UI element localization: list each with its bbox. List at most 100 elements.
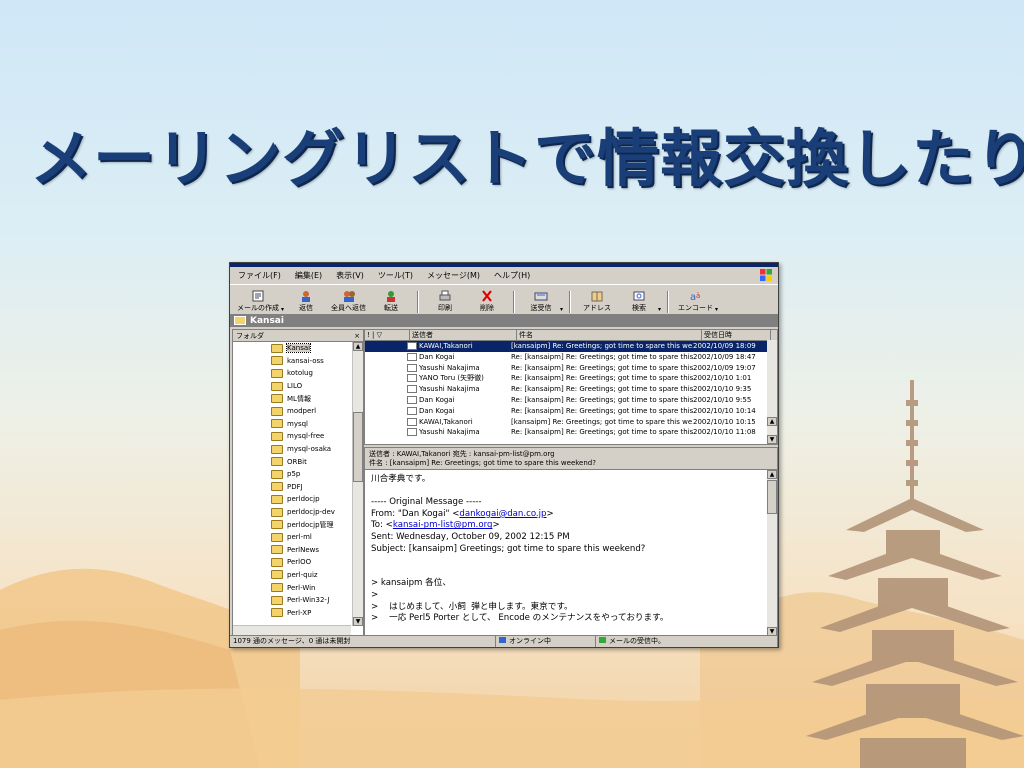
- forward-button[interactable]: 転送: [371, 290, 411, 313]
- message-list-header: ! | ▽ 送信者 件名 受信日時: [365, 330, 777, 341]
- message-row[interactable]: Dan Kogai Re: [kansaipm] Re: Greetings; g…: [365, 406, 777, 417]
- menu-bar: ファイル(F) 編集(E) 表示(V) ツール(T) メッセージ(M) ヘルプ(…: [230, 267, 778, 285]
- address-book-icon: [591, 291, 603, 302]
- folder-icon: [271, 520, 283, 530]
- scroll-thumb[interactable]: [767, 480, 777, 514]
- preview-body[interactable]: 川合孝典です。 ----- Original Message ----- Fro…: [365, 470, 767, 636]
- menu-message[interactable]: メッセージ(M): [425, 269, 482, 282]
- print-button[interactable]: 印刷: [425, 290, 465, 313]
- folder-item[interactable]: perldocjp-dev: [233, 506, 351, 519]
- delete-button[interactable]: 削除: [467, 290, 507, 313]
- menu-edit[interactable]: 編集(E): [293, 269, 324, 282]
- email-link[interactable]: dankogai@dan.co.jp: [459, 509, 546, 519]
- windows-logo-icon: [760, 269, 772, 281]
- preview-sender-line: 送信者 : KAWAI,Takanori 宛先 : kansai-pm-list…: [369, 450, 555, 458]
- folder-icon: [271, 482, 283, 492]
- folder-item[interactable]: perldocjp: [233, 493, 351, 506]
- folder-item[interactable]: PerlNews: [233, 544, 351, 557]
- message-row[interactable]: Dan Kogai Re: [kansaipm] Re: Greetings; g…: [365, 395, 777, 406]
- send-receive-dropdown-icon[interactable]: ▾: [560, 306, 563, 313]
- message-list-scrollbar[interactable]: ▲ ▼: [767, 340, 777, 444]
- folder-item[interactable]: kansai-oss: [233, 355, 351, 368]
- scroll-up-icon[interactable]: ▲: [767, 417, 777, 426]
- preview-pane: 送信者 : KAWAI,Takanori 宛先 : kansai-pm-list…: [364, 447, 778, 637]
- message-row[interactable]: Yasushi Nakajima Re: [kansaipm] Re: Greet…: [365, 427, 777, 438]
- scroll-up-icon[interactable]: ▲: [353, 342, 363, 351]
- message-row[interactable]: Yasushi Nakajima Re: [kansaipm] Re: Greet…: [365, 384, 777, 395]
- menu-help[interactable]: ヘルプ(H): [492, 269, 532, 282]
- preview-scrollbar[interactable]: ▲ ▼: [767, 470, 777, 636]
- close-icon[interactable]: ×: [354, 332, 360, 340]
- menu-file[interactable]: ファイル(F): [236, 269, 283, 282]
- folder-icon: [271, 457, 283, 467]
- folder-item[interactable]: p5p: [233, 468, 351, 481]
- folder-icon: [271, 608, 283, 618]
- search-dropdown-icon[interactable]: ▾: [658, 306, 661, 313]
- address-book-button[interactable]: アドレス: [577, 290, 617, 313]
- folder-scrollbar[interactable]: ▲ ▼: [352, 342, 363, 626]
- column-subject[interactable]: 件名: [517, 330, 702, 340]
- folder-icon: [271, 583, 283, 593]
- folder-icon: [271, 557, 283, 567]
- message-row[interactable]: YANO Toru (矢野徹) Re: [kansaipm] Re: Greeti…: [365, 373, 777, 384]
- folder-item[interactable]: mysql-free: [233, 430, 351, 443]
- column-date[interactable]: 受信日時: [702, 330, 771, 340]
- email-link[interactable]: kansai-pm-list@pm.org: [393, 520, 493, 530]
- print-label: 印刷: [438, 304, 453, 312]
- toolbar-separator: [417, 291, 420, 313]
- folder-icon: [271, 595, 283, 605]
- message-row[interactable]: KAWAI,Takanori [kansaipm] Re: Greetings; …: [365, 341, 777, 352]
- body-line: ----- Original Message -----: [371, 497, 482, 508]
- column-from[interactable]: 送信者: [410, 330, 517, 340]
- folder-icon: [271, 394, 283, 404]
- folder-item[interactable]: kotolug: [233, 367, 351, 380]
- folder-item[interactable]: modperl: [233, 405, 351, 418]
- folder-item[interactable]: perldocjp管理: [233, 518, 351, 531]
- message-row[interactable]: Dan Kogai Re: [kansaipm] Re: Greetings; g…: [365, 352, 777, 363]
- current-folder-name: Kansai: [250, 315, 284, 326]
- reply-all-button[interactable]: 全員へ返信: [328, 290, 369, 313]
- reply-button[interactable]: 返信: [286, 290, 326, 313]
- envelope-icon: [407, 406, 417, 415]
- body-line: To: <: [371, 520, 393, 531]
- folder-item[interactable]: perl-ml: [233, 531, 351, 544]
- folder-item[interactable]: PerlOO: [233, 556, 351, 569]
- encode-button[interactable]: aä エンコード: [675, 290, 716, 313]
- folder-icon: [271, 431, 283, 441]
- body-line: Sent: Wednesday, October 09, 2002 12:15 …: [371, 531, 570, 542]
- send-receive-icon: [534, 292, 548, 301]
- folder-item[interactable]: ORBit: [233, 455, 351, 468]
- folder-item[interactable]: perl-quiz: [233, 569, 351, 582]
- body-line: > はじめまして、小飼 弾と申します。東京です。: [371, 601, 573, 612]
- column-flags[interactable]: ! | ▽: [365, 330, 410, 340]
- folder-item[interactable]: Perl-Win: [233, 581, 351, 594]
- folder-item[interactable]: Perl-XP: [233, 606, 351, 619]
- envelope-icon: [407, 395, 417, 404]
- message-row[interactable]: Yasushi Nakajima Re: [kansaipm] Re: Greet…: [365, 363, 777, 374]
- envelope-icon: [407, 428, 417, 437]
- delete-label: 削除: [480, 304, 495, 312]
- scroll-down-icon[interactable]: ▼: [767, 435, 777, 444]
- folder-item[interactable]: ML情報: [233, 392, 351, 405]
- menu-view[interactable]: 表示(V): [334, 269, 366, 282]
- folder-item[interactable]: Perl-Win32-J: [233, 594, 351, 607]
- send-receive-button[interactable]: 送受信: [521, 290, 561, 313]
- scroll-thumb[interactable]: [353, 412, 363, 482]
- new-mail-dropdown-icon[interactable]: ▾: [281, 306, 284, 313]
- message-row[interactable]: KAWAI,Takanori [kansaipm] Re: Greetings; …: [365, 417, 777, 428]
- search-button[interactable]: 検索: [619, 290, 659, 313]
- folder-icon: [271, 343, 283, 353]
- folder-item[interactable]: LILO: [233, 380, 351, 393]
- folder-item[interactable]: PDFJ: [233, 481, 351, 494]
- folder-item[interactable]: mysql-osaka: [233, 443, 351, 456]
- folder-item[interactable]: mysql: [233, 418, 351, 431]
- body-line: From: "Dan Kogai" <: [371, 508, 460, 519]
- encode-dropdown-icon[interactable]: ▾: [715, 306, 718, 313]
- new-mail-button[interactable]: メールの作成: [234, 290, 282, 313]
- folder-icon: [271, 570, 283, 580]
- scroll-down-icon[interactable]: ▼: [353, 617, 363, 626]
- scroll-up-icon[interactable]: ▲: [767, 470, 777, 479]
- encode-icon: aä: [690, 292, 700, 302]
- folder-item[interactable]: Kansai: [233, 342, 351, 355]
- menu-tools[interactable]: ツール(T): [376, 269, 415, 282]
